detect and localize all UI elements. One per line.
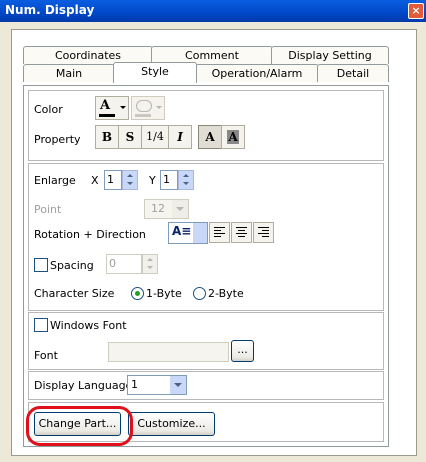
- quarter-size-button[interactable]: 1/4: [141, 125, 169, 149]
- align-center-icon[interactable]: [231, 222, 252, 243]
- italic-button[interactable]: I: [168, 125, 192, 149]
- font-field[interactable]: [108, 342, 229, 362]
- tab-operation-alarm[interactable]: Operation/Alarm: [195, 64, 319, 82]
- dropdown-arrow-icon: [156, 106, 162, 109]
- dialog-window: Num. Display × Coordinates Comment Displ…: [0, 0, 426, 462]
- spacing-stepper[interactable]: [142, 254, 158, 274]
- point-select[interactable]: 12: [144, 199, 189, 219]
- property-label: Property: [34, 133, 81, 146]
- enlarge-y-input[interactable]: 1: [160, 170, 178, 190]
- align-right-icon[interactable]: [253, 222, 274, 243]
- paint-bucket-icon: [136, 100, 152, 112]
- highlight-annotation: [26, 406, 133, 446]
- close-icon[interactable]: ×: [408, 3, 424, 19]
- font-label: Font: [34, 349, 58, 362]
- customize-button[interactable]: Customize...: [128, 412, 215, 436]
- bold-button[interactable]: B: [95, 125, 119, 149]
- fill-color-button[interactable]: [131, 96, 165, 120]
- spacing-checkbox[interactable]: [34, 258, 48, 272]
- window-title: Num. Display: [5, 3, 95, 17]
- outline-button[interactable]: A: [198, 125, 222, 149]
- enlarge-x-input[interactable]: 1: [104, 170, 122, 190]
- enlarge-label: Enlarge: [34, 174, 76, 187]
- character-size-label: Character Size: [34, 287, 115, 300]
- display-language-select[interactable]: 1: [127, 375, 187, 395]
- spacing-input[interactable]: 0: [106, 254, 142, 274]
- radio-2-byte[interactable]: [193, 287, 206, 300]
- radio-2-byte-label: 2-Byte: [208, 287, 244, 300]
- point-label: Point: [34, 203, 62, 216]
- align-left-icon[interactable]: [209, 222, 230, 243]
- tab-detail[interactable]: Detail: [317, 64, 389, 82]
- chevron-down-icon: [170, 376, 186, 394]
- chevron-down-icon: [193, 223, 207, 243]
- dropdown-arrow-icon: [120, 106, 126, 109]
- tab-display-setting[interactable]: Display Setting: [271, 46, 389, 64]
- windows-font-checkbox[interactable]: [34, 318, 48, 332]
- color-label: Color: [34, 103, 63, 116]
- text-direction-icon: A≡: [172, 224, 192, 238]
- spacing-label: Spacing: [50, 259, 94, 272]
- rotation-direction-select[interactable]: A≡: [168, 222, 208, 244]
- tab-main[interactable]: Main: [23, 64, 115, 82]
- enlarge-x-stepper[interactable]: [122, 170, 138, 190]
- rotation-direction-label: Rotation + Direction: [34, 228, 146, 241]
- shadow-button[interactable]: S: [118, 125, 142, 149]
- radio-1-byte[interactable]: [131, 287, 144, 300]
- title-bar: Num. Display ×: [0, 0, 426, 22]
- font-browse-button[interactable]: ...: [231, 340, 254, 362]
- enlarge-y-stepper[interactable]: [178, 170, 194, 190]
- color-swatch: [99, 114, 115, 117]
- enlarge-y-label: Y: [149, 174, 156, 187]
- radio-1-byte-label: 1-Byte: [146, 287, 182, 300]
- text-color-button[interactable]: A: [95, 96, 129, 120]
- chevron-down-icon: [172, 200, 188, 218]
- tab-style[interactable]: Style: [113, 62, 197, 83]
- display-language-label: Display Language: [34, 379, 133, 392]
- enlarge-x-label: X: [91, 174, 99, 187]
- windows-font-label: Windows Font: [50, 319, 127, 332]
- reverse-button[interactable]: A: [221, 125, 245, 149]
